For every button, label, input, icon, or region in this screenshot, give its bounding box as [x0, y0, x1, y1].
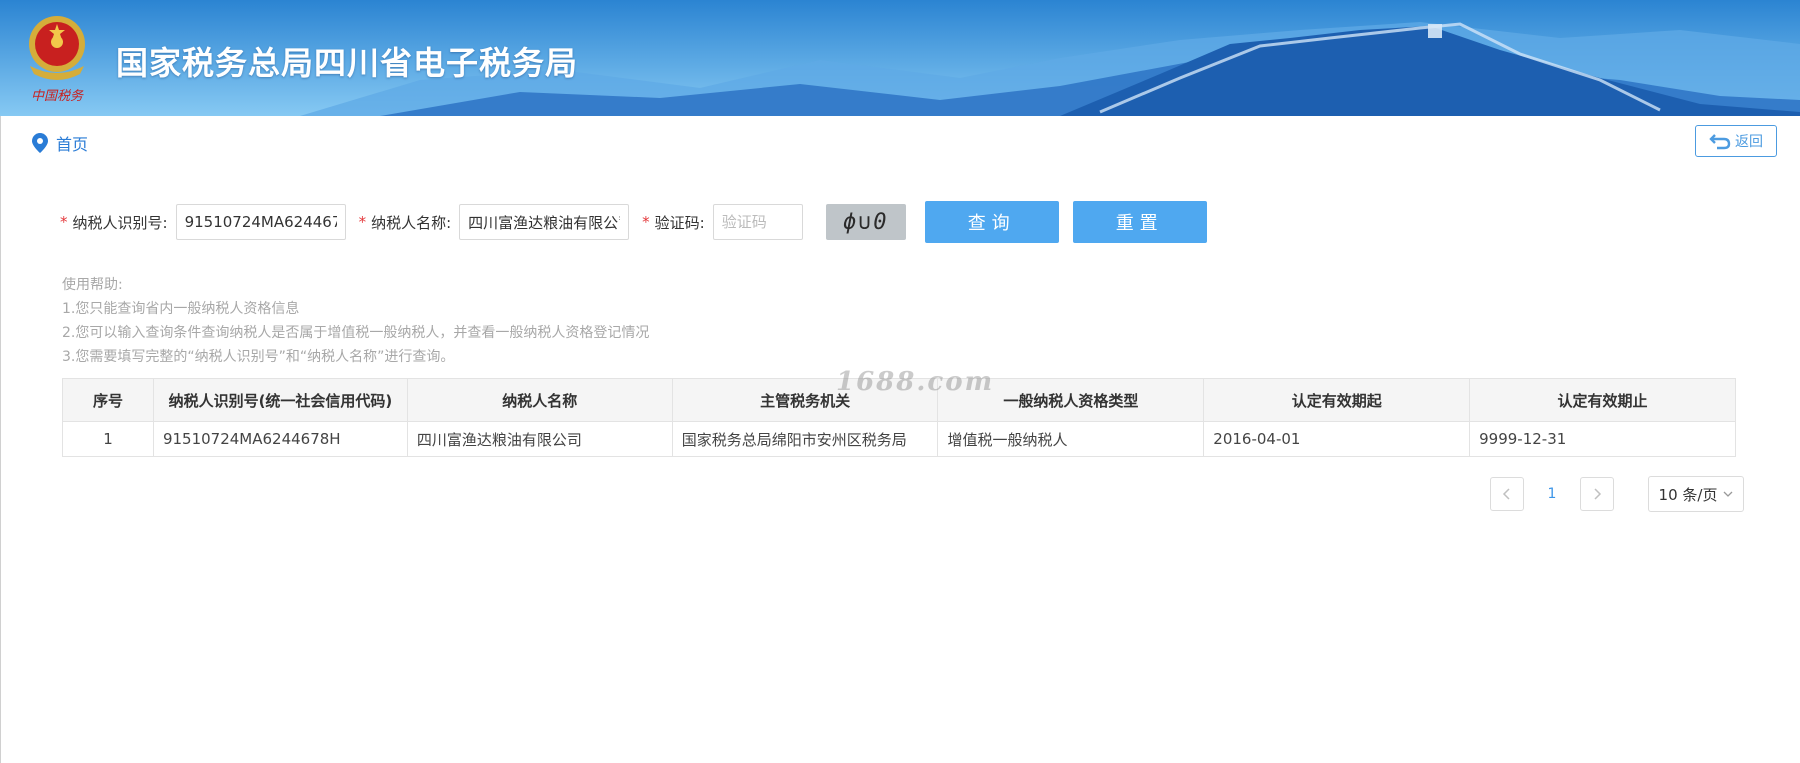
chevron-down-icon: [1723, 491, 1733, 497]
svg-text:中国税务: 中国税务: [31, 89, 84, 104]
page-size-value: 10 条/页: [1658, 485, 1718, 504]
page-border: [0, 116, 1, 763]
breadcrumb-home-link[interactable]: 首页: [56, 131, 88, 155]
back-button-label: 返回: [1735, 134, 1763, 150]
table-cell: 四川富渔达粮油有限公司: [406, 421, 673, 457]
tax-emblem-logo: 中国税务: [29, 16, 85, 104]
captcha-label: * 验证码:: [642, 213, 705, 232]
column-header: 认定有效期止: [1469, 378, 1736, 422]
table-cell: 91510724MA6244678H: [152, 421, 408, 457]
help-title: 使用帮助:: [62, 277, 123, 293]
chevron-right-icon: [1594, 488, 1602, 500]
help-line: 3.您需要填写完整的“纳税人识别号”和“纳税人名称”进行查询。: [62, 349, 455, 365]
required-asterisk: *: [358, 213, 367, 231]
table-cell: 2016-04-01: [1203, 421, 1471, 457]
column-header: 纳税人名称: [406, 378, 673, 422]
query-form: * 纳税人识别号: * 纳税人名称: * 验证码: ϕ∪0 查询 重置: [60, 201, 1207, 243]
site-title: 国家税务总局四川省电子税务局: [116, 44, 579, 82]
required-asterisk: *: [60, 213, 68, 231]
column-header: 认定有效期起: [1203, 378, 1471, 422]
pagination: 1 10 条/页: [1490, 476, 1744, 512]
location-pin-icon: [32, 133, 48, 153]
table-cell: 1: [62, 421, 154, 457]
header-banner: 中国税务 国家税务总局四川省电子税务局: [0, 0, 1800, 116]
reset-button[interactable]: 重置: [1072, 201, 1207, 243]
table-cell: 国家税务总局绵阳市安州区税务局: [671, 421, 939, 457]
taxpayer-name-label: * 纳税人名称:: [358, 213, 452, 232]
column-header: 序号: [62, 378, 154, 422]
help-line: 2.您可以输入查询条件查询纳税人是否属于增值税一般纳税人，并查看一般纳税人资格登…: [62, 325, 650, 341]
table-cell: 增值税一般纳税人: [937, 421, 1205, 457]
query-button[interactable]: 查询: [924, 201, 1059, 243]
back-button[interactable]: 返回: [1695, 125, 1777, 157]
breadcrumb: 首页: [32, 131, 88, 155]
prev-page-button[interactable]: [1490, 477, 1524, 511]
taxpayer-id-label: * 纳税人识别号:: [60, 213, 168, 232]
return-arrow-icon: [1709, 134, 1731, 150]
taxpayer-id-input[interactable]: [175, 204, 346, 240]
table-cell: 9999-12-31: [1469, 421, 1736, 457]
page-size-select[interactable]: 10 条/页: [1648, 476, 1744, 512]
captcha-input[interactable]: [712, 204, 803, 240]
captcha-image[interactable]: ϕ∪0: [825, 204, 906, 240]
taxpayer-name-input[interactable]: [459, 204, 630, 240]
column-header: 纳税人识别号(统一社会信用代码): [152, 378, 408, 422]
next-page-button[interactable]: [1580, 477, 1614, 511]
table-row: 1 91510724MA6244678H 四川富渔达粮油有限公司 国家税务总局绵…: [62, 421, 1736, 457]
usage-help: 使用帮助: 1.您只能查询省内一般纳税人资格信息 2.您可以输入查询条件查询纳税…: [62, 273, 649, 369]
required-asterisk: *: [642, 213, 650, 231]
help-line: 1.您只能查询省内一般纳税人资格信息: [62, 301, 300, 317]
watermark: 1688.com: [836, 367, 995, 397]
page-number[interactable]: 1: [1524, 486, 1580, 502]
chevron-left-icon: [1502, 488, 1510, 500]
